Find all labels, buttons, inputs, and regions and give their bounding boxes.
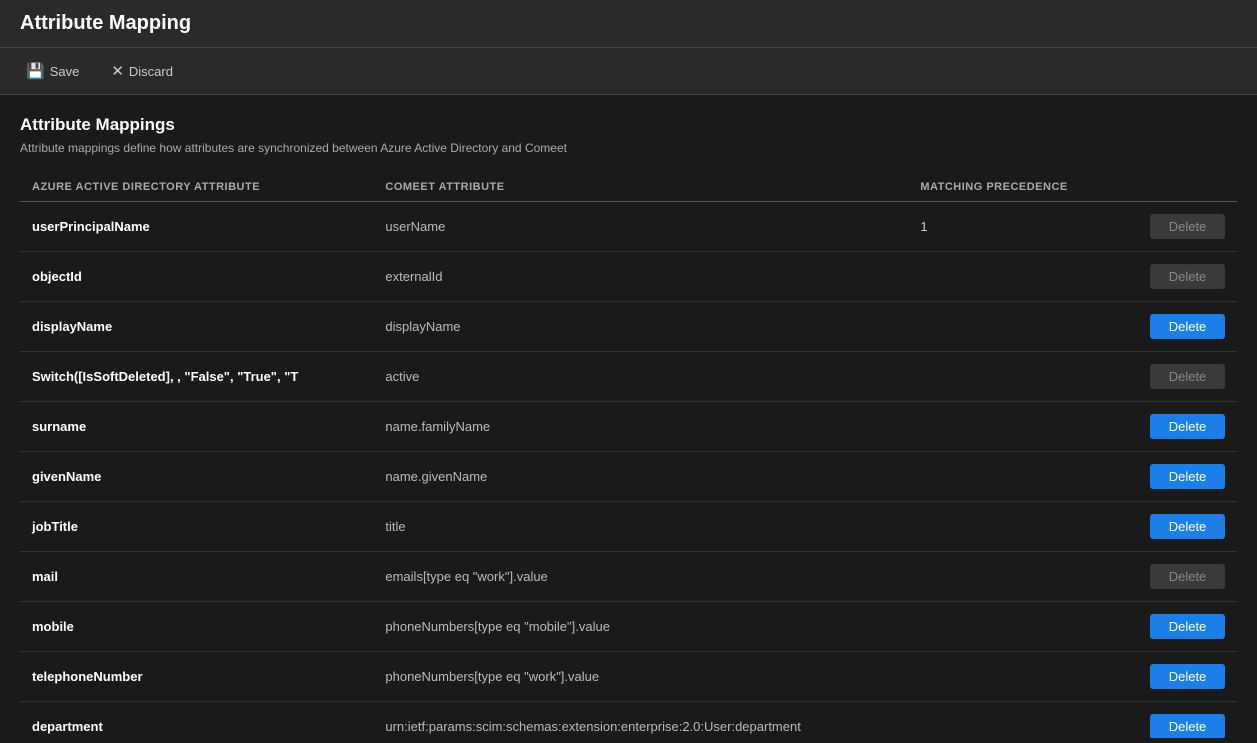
precedence-cell <box>908 652 1117 702</box>
col-azure-attr: AZURE ACTIVE DIRECTORY ATTRIBUTE <box>20 173 373 202</box>
comeet-attr-cell: displayName <box>373 302 908 352</box>
delete-button[interactable]: Delete <box>1150 414 1225 439</box>
table-row: departmenturn:ietf:params:scim:schemas:e… <box>20 702 1237 739</box>
delete-button[interactable]: Delete <box>1150 664 1225 689</box>
action-cell: Delete <box>1117 202 1237 252</box>
comeet-attr-cell: name.familyName <box>373 402 908 452</box>
azure-attr-cell: surname <box>20 402 373 452</box>
comeet-attr-cell: phoneNumbers[type eq "mobile"].value <box>373 602 908 652</box>
precedence-cell <box>908 552 1117 602</box>
action-cell: Delete <box>1117 602 1237 652</box>
comeet-attr-cell: active <box>373 352 908 402</box>
toolbar: 💾 Save ✕ Discard <box>0 48 1257 95</box>
discard-label: Discard <box>129 64 173 79</box>
table-row: userPrincipalNameuserName1 Delete <box>20 202 1237 252</box>
page-header: Attribute Mapping <box>0 0 1257 48</box>
page-title: Attribute Mapping <box>20 12 191 34</box>
action-cell: Delete <box>1117 302 1237 352</box>
comeet-attr-cell: urn:ietf:params:scim:schemas:extension:e… <box>373 702 908 739</box>
table-header-row: AZURE ACTIVE DIRECTORY ATTRIBUTE COMEET … <box>20 173 1237 202</box>
table-row: Switch([IsSoftDeleted], , "False", "True… <box>20 352 1237 402</box>
table-row: mailemails[type eq "work"].value Delete <box>20 552 1237 602</box>
action-cell: Delete <box>1117 402 1237 452</box>
azure-attr-cell: Switch([IsSoftDeleted], , "False", "True… <box>20 352 373 402</box>
action-cell: Delete <box>1117 502 1237 552</box>
azure-attr-cell: department <box>20 702 373 739</box>
col-comeet-attr: COMEET ATTRIBUTE <box>373 173 908 202</box>
azure-attr-cell: jobTitle <box>20 502 373 552</box>
comeet-attr-cell: phoneNumbers[type eq "work"].value <box>373 652 908 702</box>
section-description: Attribute mappings define how attributes… <box>20 141 1237 155</box>
delete-button: Delete <box>1150 264 1225 289</box>
discard-icon: ✕ <box>111 62 124 80</box>
precedence-cell <box>908 302 1117 352</box>
azure-attr-cell: objectId <box>20 252 373 302</box>
precedence-cell: 1 <box>908 202 1117 252</box>
delete-button[interactable]: Delete <box>1150 464 1225 489</box>
table-row: jobTitletitle Delete <box>20 502 1237 552</box>
table-row: displayNamedisplayName Delete <box>20 302 1237 352</box>
comeet-attr-cell: name.givenName <box>373 452 908 502</box>
discard-button[interactable]: ✕ Discard <box>105 58 179 84</box>
precedence-cell <box>908 502 1117 552</box>
mapping-table: AZURE ACTIVE DIRECTORY ATTRIBUTE COMEET … <box>20 173 1237 738</box>
azure-attr-cell: mobile <box>20 602 373 652</box>
action-cell: Delete <box>1117 652 1237 702</box>
azure-attr-cell: telephoneNumber <box>20 652 373 702</box>
save-button[interactable]: 💾 Save <box>20 58 85 84</box>
save-icon: 💾 <box>26 62 45 80</box>
table-row: objectIdexternalId Delete <box>20 252 1237 302</box>
action-cell: Delete <box>1117 452 1237 502</box>
comeet-attr-cell: emails[type eq "work"].value <box>373 552 908 602</box>
table-row: surnamename.familyName Delete <box>20 402 1237 452</box>
comeet-attr-cell: userName <box>373 202 908 252</box>
table-row: givenNamename.givenName Delete <box>20 452 1237 502</box>
action-cell: Delete <box>1117 552 1237 602</box>
comeet-attr-cell: externalId <box>373 252 908 302</box>
delete-button[interactable]: Delete <box>1150 514 1225 539</box>
comeet-attr-cell: title <box>373 502 908 552</box>
table-row: mobilephoneNumbers[type eq "mobile"].val… <box>20 602 1237 652</box>
save-label: Save <box>50 64 80 79</box>
table-row: telephoneNumberphoneNumbers[type eq "wor… <box>20 652 1237 702</box>
precedence-cell <box>908 602 1117 652</box>
section-title: Attribute Mappings <box>20 115 1237 135</box>
action-cell: Delete <box>1117 702 1237 739</box>
delete-button[interactable]: Delete <box>1150 614 1225 639</box>
precedence-cell <box>908 402 1117 452</box>
azure-attr-cell: displayName <box>20 302 373 352</box>
azure-attr-cell: mail <box>20 552 373 602</box>
delete-button: Delete <box>1150 364 1225 389</box>
col-matching-precedence: MATCHING PRECEDENCE <box>908 173 1117 202</box>
azure-attr-cell: givenName <box>20 452 373 502</box>
col-action <box>1117 173 1237 202</box>
delete-button: Delete <box>1150 564 1225 589</box>
azure-attr-cell: userPrincipalName <box>20 202 373 252</box>
precedence-cell <box>908 702 1117 739</box>
precedence-cell <box>908 252 1117 302</box>
precedence-cell <box>908 452 1117 502</box>
delete-button[interactable]: Delete <box>1150 714 1225 738</box>
precedence-cell <box>908 352 1117 402</box>
main-content: Attribute Mappings Attribute mappings de… <box>0 95 1257 738</box>
action-cell: Delete <box>1117 352 1237 402</box>
delete-button: Delete <box>1150 214 1225 239</box>
action-cell: Delete <box>1117 252 1237 302</box>
delete-button[interactable]: Delete <box>1150 314 1225 339</box>
